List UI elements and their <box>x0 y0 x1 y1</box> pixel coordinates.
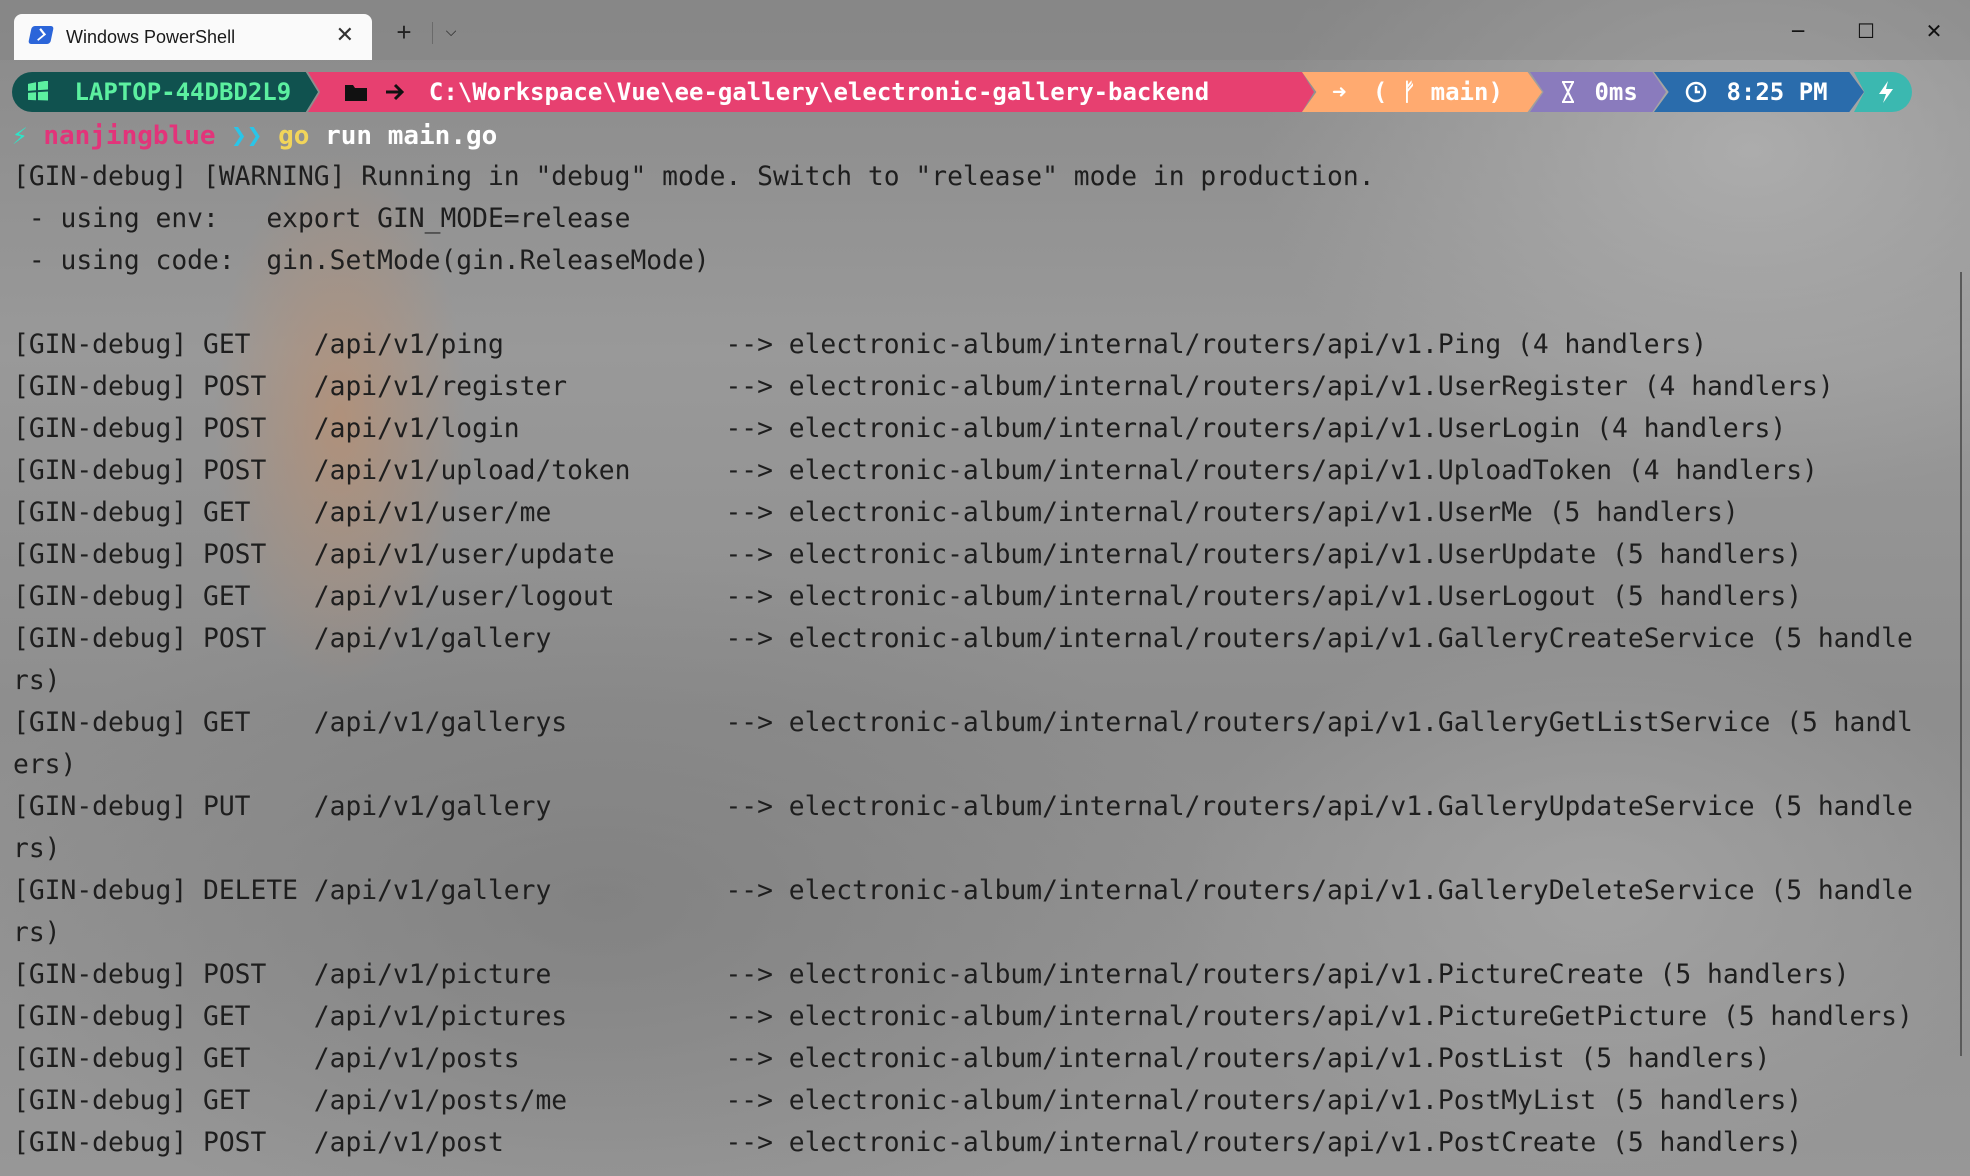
lightning-icon <box>1876 72 1896 112</box>
windows-logo-icon <box>26 72 54 112</box>
output-line: [GIN-debug] POST /api/v1/gallery --> ele… <box>13 624 1913 654</box>
command-line[interactable]: ⚡ nanjingblue ❯❯ go run main.go <box>12 116 497 156</box>
prompt-chevrons: ❯❯ <box>231 121 263 151</box>
prompt-duration: 0ms <box>1594 78 1638 106</box>
minimize-button[interactable]: ─ <box>1778 14 1818 48</box>
output-line: rs) <box>13 918 61 948</box>
close-button[interactable]: ✕ <box>1914 14 1954 48</box>
output-line: rs) <box>13 834 61 864</box>
output-line: [GIN-debug] GET /api/v1/gallerys --> ele… <box>13 708 1913 738</box>
prompt-path-segment: C:\Workspace\Vue\ee-gallery\electronic-g… <box>308 72 1314 112</box>
clock-icon <box>1684 72 1712 112</box>
scrollbar[interactable] <box>1960 272 1962 1056</box>
prompt-clock-segment: 8:25 PM <box>1654 72 1864 112</box>
output-line: rs) <box>13 666 61 696</box>
command-args: run main.go <box>325 121 498 151</box>
output-line: - using code: gin.SetMode(gin.ReleaseMod… <box>13 246 710 276</box>
prompt-duration-segment: 0ms <box>1530 72 1666 112</box>
output-line: ers) <box>13 750 77 780</box>
command-user: nanjingblue <box>43 121 216 151</box>
hourglass-icon <box>1560 72 1580 112</box>
output-line: [GIN-debug] POST /api/v1/user/update -->… <box>13 540 1803 570</box>
lightning-icon: ⚡ <box>12 121 28 151</box>
prompt-time: 8:25 PM <box>1726 78 1828 106</box>
prompt-host-segment: LAPTOP-44DBD2L9 <box>12 72 318 112</box>
command-program: go <box>278 121 310 151</box>
output-line: [GIN-debug] PUT /api/v1/gallery --> elec… <box>13 792 1913 822</box>
tab-title: Windows PowerShell <box>66 27 236 47</box>
output-line: [GIN-debug] [WARNING] Running in "debug"… <box>13 162 1375 192</box>
powershell-icon <box>28 26 54 44</box>
prompt-host: LAPTOP-44DBD2L9 <box>74 78 292 106</box>
new-tab-button[interactable]: + <box>390 18 418 46</box>
output-line: - using env: export GIN_MODE=release <box>13 204 631 234</box>
git-arrow-icon: ➜ <box>1332 78 1347 106</box>
terminal-output[interactable]: [GIN-debug] [WARNING] Running in "debug"… <box>13 156 1945 1164</box>
output-line: [GIN-debug] GET /api/v1/pictures --> ele… <box>13 1002 1913 1032</box>
output-line: [GIN-debug] DELETE /api/v1/gallery --> e… <box>13 876 1913 906</box>
prompt-git-branch: ( ᚠ main) <box>1372 78 1503 106</box>
tab-close-icon[interactable]: ✕ <box>336 24 354 46</box>
tab-windows-powershell[interactable]: Windows PowerShell ✕ <box>14 14 372 60</box>
output-line: [GIN-debug] GET /api/v1/posts/me --> ele… <box>13 1086 1803 1116</box>
output-line: [GIN-debug] GET /api/v1/posts --> electr… <box>13 1044 1771 1074</box>
prompt-path: C:\Workspace\Vue\ee-gallery\electronic-g… <box>428 78 1210 106</box>
output-line: [GIN-debug] GET /api/v1/user/logout --> … <box>13 582 1803 612</box>
chevron-down-icon[interactable]: ⌵ <box>440 18 462 46</box>
output-line: [GIN-debug] POST /api/v1/upload/token --… <box>13 456 1818 486</box>
output-line: [GIN-debug] GET /api/v1/ping --> electro… <box>13 330 1708 360</box>
output-line: [GIN-debug] POST /api/v1/register --> el… <box>13 372 1834 402</box>
output-line: [GIN-debug] GET /api/v1/user/me --> elec… <box>13 498 1739 528</box>
output-line: [GIN-debug] POST /api/v1/login --> elect… <box>13 414 1787 444</box>
output-line: [GIN-debug] POST /api/v1/picture --> ele… <box>13 960 1850 990</box>
arrow-right-icon <box>384 72 410 112</box>
tab-divider <box>432 22 433 44</box>
folder-icon <box>344 72 370 112</box>
maximize-button[interactable]: ☐ <box>1846 14 1886 48</box>
prompt-git-segment: ➜ ( ᚠ main) <box>1302 72 1542 112</box>
title-bar: Windows PowerShell ✕ + ⌵ ─ ☐ ✕ <box>0 0 1970 60</box>
output-line: [GIN-debug] POST /api/v1/post --> electr… <box>13 1128 1803 1158</box>
